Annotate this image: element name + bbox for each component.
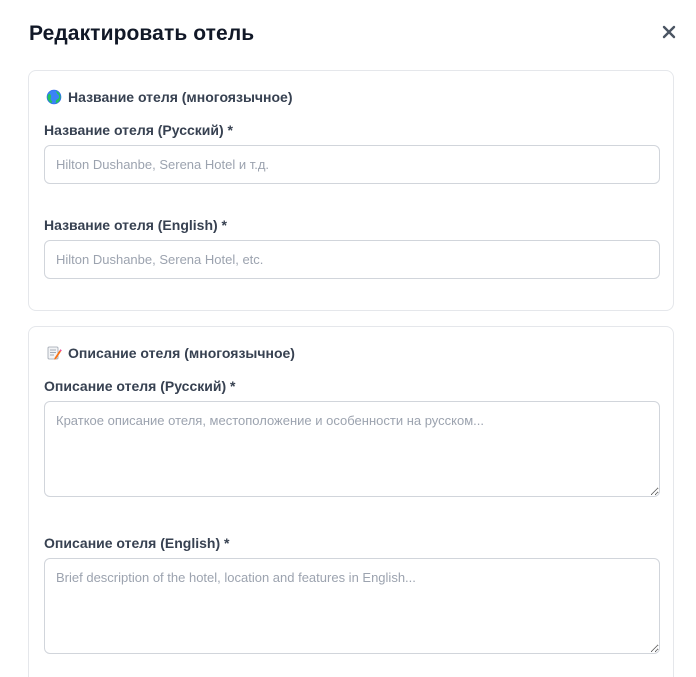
hotel-description-section-header: Описание отеля (многоязычное) (46, 345, 295, 361)
hotel-description-en-label: Описание отеля (English) * (44, 535, 230, 551)
close-button[interactable] (659, 22, 679, 42)
hotel-name-ru-label: Название отеля (Русский) * (44, 122, 233, 138)
hotel-description-ru-label: Описание отеля (Русский) * (44, 378, 236, 394)
edit-hotel-modal: Редактировать отель Название отеля (мног… (0, 0, 696, 677)
hotel-name-section-title: Название отеля (многоязычное) (68, 89, 293, 105)
hotel-description-section: Описание отеля (многоязычное) Описание о… (28, 326, 674, 677)
hotel-description-en-textarea[interactable] (44, 558, 660, 654)
hotel-description-section-title: Описание отеля (многоязычное) (68, 345, 295, 361)
hotel-name-en-input[interactable] (44, 240, 660, 279)
hotel-name-ru-input[interactable] (44, 145, 660, 184)
hotel-description-ru-textarea[interactable] (44, 401, 660, 497)
memo-icon (47, 346, 62, 360)
globe-icon (46, 89, 62, 105)
hotel-name-section-header: Название отеля (многоязычное) (46, 89, 292, 105)
hotel-name-section: Название отеля (многоязычное) Название о… (28, 70, 674, 311)
hotel-name-en-label: Название отеля (English) * (44, 217, 227, 233)
close-icon (662, 25, 676, 39)
modal-title: Редактировать отель (29, 22, 255, 45)
